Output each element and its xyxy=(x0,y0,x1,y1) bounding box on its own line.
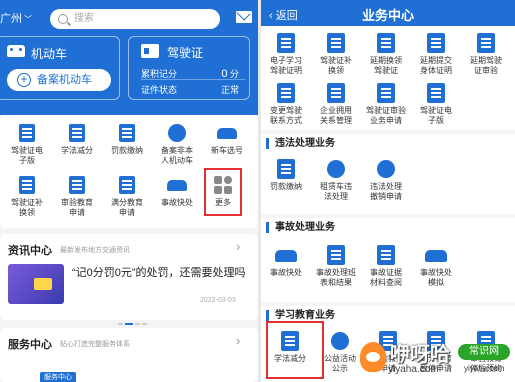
accident-icon xyxy=(167,175,187,195)
service-item[interactable]: 延期提交 身体证明 xyxy=(411,32,461,76)
badge-icon xyxy=(167,123,187,143)
news-date: 2022-03-03 xyxy=(200,297,236,304)
service-item[interactable]: 驾驶证补 换领 xyxy=(311,32,361,76)
service-item[interactable]: 事故处理班 表和结果 xyxy=(311,244,361,288)
add-vehicle-button[interactable]: + 备案机动车 xyxy=(7,69,111,91)
service-item[interactable]: 违法处理 撤销申请 xyxy=(361,158,411,202)
news-title: 资讯中心 xyxy=(8,245,52,257)
chevron-down-icon: ﹀ xyxy=(24,15,32,24)
city-selector[interactable]: 广州 ﹀ xyxy=(0,10,32,26)
watermark-badge: 常识网 xyxy=(458,344,510,360)
doc-icon xyxy=(325,32,347,54)
status-row: 证件状态 正常 xyxy=(141,85,239,95)
book-icon xyxy=(67,123,87,143)
service-item[interactable]: 企业拥用 关系管理 xyxy=(311,82,361,126)
license-card-title: 驾驶证 xyxy=(167,46,204,60)
company-icon xyxy=(325,82,347,104)
car-icon xyxy=(7,45,25,57)
watermark-url-2: yiyaha.com xyxy=(464,364,505,373)
vehicle-card-title: 机动车 xyxy=(31,47,68,61)
doc-icon xyxy=(475,32,497,54)
review-icon xyxy=(67,175,87,195)
highlight-box xyxy=(266,321,324,379)
evidence-icon xyxy=(375,244,397,266)
license-icon xyxy=(17,175,37,195)
doc-icon xyxy=(425,32,447,54)
watermark: 咿呀哈 yiyaha.com 常识网 yiyaha.com xyxy=(360,336,512,380)
doc-icon xyxy=(425,82,447,104)
id-card-icon xyxy=(141,44,159,58)
grid-item-register-other[interactable]: 备案非本 人机动车 xyxy=(152,123,202,166)
page-title: 业务中心 xyxy=(361,8,414,23)
yen-icon xyxy=(275,158,297,180)
service-item[interactable]: 延期驾驶 证审验 xyxy=(461,32,511,76)
review-icon xyxy=(375,82,397,104)
grid-item-full-score[interactable]: 满分教育 申请 xyxy=(102,175,152,218)
status-value: 正常 xyxy=(220,85,239,95)
phone-icon xyxy=(275,82,297,104)
accident-icon xyxy=(275,244,297,266)
car-icon xyxy=(217,123,237,143)
service-title: 服务中心 xyxy=(8,339,52,351)
service-item[interactable]: 驾驶证电 子版 xyxy=(411,82,461,126)
license-services-section: 电子学习 驾驶证明 驾驶证补 换领 延期换领 驾驶证 延期提交 身体证明 延期驾… xyxy=(261,26,515,130)
home-header: 广州 ﹀ 搜索 机动车 + 备案机动车 驾驶证 累积记分 0 分 证件状态 正常 xyxy=(0,0,258,115)
news-subtitle: 最新发布地方交通资讯 xyxy=(60,247,130,254)
service-item[interactable]: 电子学习 驾驶证明 xyxy=(261,32,311,76)
service-item[interactable]: 罚款缴纳 xyxy=(261,158,311,192)
chevron-right-icon[interactable]: › xyxy=(236,333,240,348)
news-panel: 资讯中心 最新发布地方交通资讯 › “记0分罚0元”的处罚，还需要处理吗 202… xyxy=(0,234,258,325)
grid-item-review[interactable]: 审验教育 申请 xyxy=(52,175,102,218)
grid-item-license-renew[interactable]: 驾驶证补 换领 xyxy=(2,175,52,218)
grid-item-study[interactable]: 学法减分 xyxy=(52,123,102,156)
service-subtitle: 贴心打造完整服务体系 xyxy=(60,341,130,348)
highlight-box xyxy=(204,168,242,216)
service-item[interactable]: 驾驶证审验 业务申请 xyxy=(361,82,411,126)
service-item[interactable]: 变更驾驶 联系方式 xyxy=(261,82,311,126)
left-screen: 广州 ﹀ 搜索 机动车 + 备案机动车 驾驶证 累积记分 0 分 证件状态 正常 驾驶证… xyxy=(0,0,258,382)
service-item[interactable]: 事故快处 xyxy=(261,244,311,278)
service-tag[interactable]: 服务中心 xyxy=(40,372,76,382)
violation-section: 违法处理业务 罚款缴纳 租赁车违 法处理 违法处理 撤销申请 xyxy=(261,134,515,214)
simulate-icon xyxy=(425,244,447,266)
service-item[interactable]: 延期换领 驾驶证 xyxy=(361,32,411,76)
watermark-url: yiyaha.com xyxy=(388,364,439,375)
accident-section: 事故处理业务 事故快处 事故处理班 表和结果 事故证据 材料查阅 事故快处 模拟 xyxy=(261,218,515,302)
mail-icon[interactable] xyxy=(236,11,252,23)
grid-item-accident[interactable]: 事故快处 xyxy=(152,175,202,208)
service-item[interactable]: 事故证据 材料查阅 xyxy=(361,244,411,288)
yen-icon xyxy=(117,123,137,143)
service-panel: 服务中心 贴心打造完整服务体系 › 服务中心 xyxy=(0,328,258,382)
section-title: 事故处理业务 xyxy=(266,222,335,233)
vehicle-card[interactable]: 机动车 + 备案机动车 xyxy=(0,36,120,100)
doc-icon xyxy=(375,32,397,54)
doc-icon xyxy=(275,32,297,54)
section-title: 违法处理业务 xyxy=(266,138,335,149)
report-icon xyxy=(325,244,347,266)
rental-car-icon xyxy=(325,158,347,180)
charity-icon xyxy=(329,330,351,352)
chevron-right-icon[interactable]: › xyxy=(236,239,240,254)
grid-item-plate[interactable]: 新车选号 xyxy=(202,123,252,156)
search-icon xyxy=(58,14,68,24)
mascot-logo xyxy=(360,342,386,372)
news-headline[interactable]: “记0分罚0元”的处罚，还需要处理吗 xyxy=(72,266,252,281)
search-input[interactable]: 搜索 xyxy=(50,9,220,29)
service-item[interactable]: 事故快处 模拟 xyxy=(411,244,461,288)
business-header: ‹ 返回 业务中心 xyxy=(261,0,515,26)
divider xyxy=(141,79,245,80)
violation-icon xyxy=(375,158,397,180)
news-thumbnail[interactable] xyxy=(8,264,64,304)
watermark-text: 咿呀哈 xyxy=(390,344,450,366)
grid-item-fine[interactable]: 罚款缴纳 xyxy=(102,123,152,156)
doc-icon xyxy=(17,123,37,143)
full-score-icon xyxy=(117,175,137,195)
section-title: 学习教育业务 xyxy=(266,310,335,321)
service-item[interactable]: 租赁车违 法处理 xyxy=(311,158,361,202)
grid-item-e-license[interactable]: 驾驶证电 子版 xyxy=(2,123,52,166)
plus-icon: + xyxy=(17,73,31,87)
license-card[interactable]: 驾驶证 累积记分 0 分 证件状态 正常 xyxy=(128,36,250,100)
